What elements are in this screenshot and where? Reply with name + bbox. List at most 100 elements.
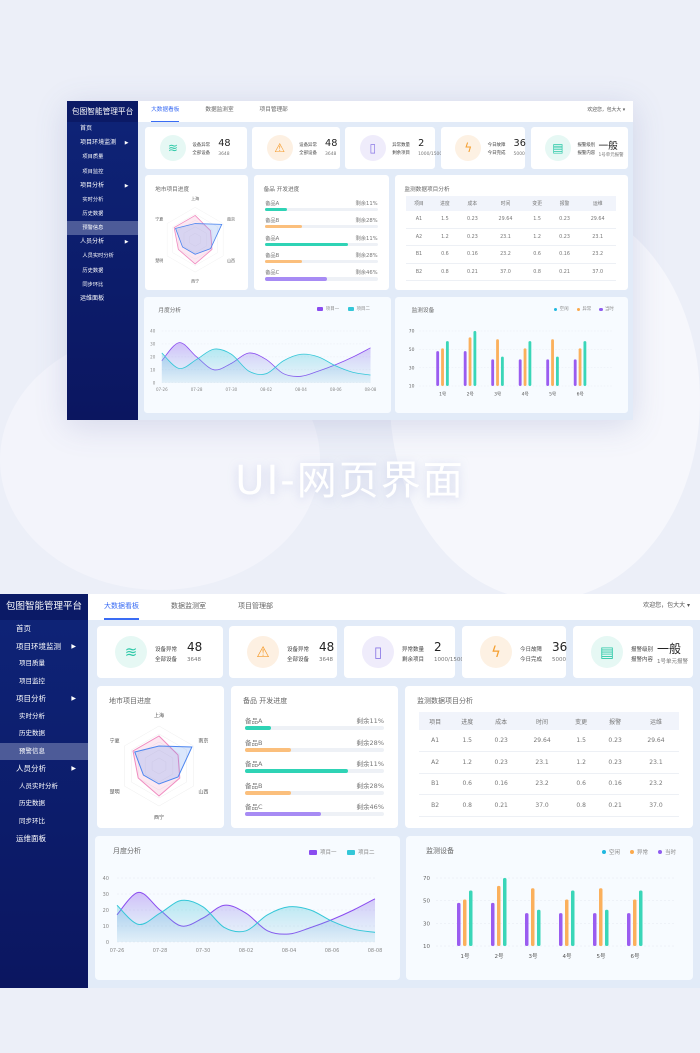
sidebar-item[interactable]: 历史数据 xyxy=(0,725,88,743)
table-cell: 0.6 xyxy=(565,773,598,795)
x-tick-label: 4号 xyxy=(563,953,572,960)
tab[interactable]: 项目管理部 xyxy=(238,594,273,620)
x-tick-label: 07-30 xyxy=(196,948,211,954)
sidebar-item[interactable]: 人员分析 ▶ xyxy=(67,235,138,249)
table-cell: 0.23 xyxy=(483,730,520,752)
sidebar-item-label: 项目质量 xyxy=(19,659,45,667)
bar xyxy=(496,338,500,386)
table-cell: A2 xyxy=(419,751,452,774)
sidebar-item[interactable]: 项目监控 xyxy=(67,165,138,179)
table-row: A2 1.2 0.23 23.1 1.2 0.23 23.1 xyxy=(405,228,617,247)
y-tick-label: 30 xyxy=(103,892,109,898)
table-cell: 23.2 xyxy=(486,245,525,264)
stat-label: 剩余项目 xyxy=(402,657,425,663)
area-chart: 0 10 20 30 40 07-26 07-28 07-30 08-02 08-04 08-06 0… xyxy=(103,876,383,954)
tab[interactable]: 大数据看板 xyxy=(151,101,180,123)
tab[interactable]: 数据监测室 xyxy=(205,101,233,122)
sidebar-item[interactable]: 项目分析 ▶ xyxy=(0,690,88,708)
sidebar-item[interactable]: 运维面板 xyxy=(0,830,88,848)
line-chart-panel: 月度分析 项目一 项目二 0 10 20 30 40 07-26 07-28 07-30 08-02 0… xyxy=(143,296,391,414)
radar-panel: 地市项目进度 上海 南京 山西 西宁 楚明 宁夏 xyxy=(97,686,224,828)
stat-label: 今日故障 xyxy=(520,647,543,653)
progress-track xyxy=(245,769,384,773)
tab[interactable]: 数据监测室 xyxy=(171,594,206,620)
stat-label: 报警级别 xyxy=(631,647,654,653)
sidebar-item[interactable]: 人员实时分析 xyxy=(0,778,88,796)
y-tick-label: 30 xyxy=(423,921,430,927)
sidebar-item[interactable]: 项目环境监测 ▶ xyxy=(67,136,138,150)
bar xyxy=(469,890,473,946)
x-tick-label: 6号 xyxy=(577,391,585,397)
layers-icon: ≋ xyxy=(115,636,147,668)
stat-subvalue: 5000 xyxy=(513,151,525,157)
stat-value: 48 xyxy=(325,138,338,150)
stat-card: ▯ 异常数量 剩余项目 2 1000/1500 xyxy=(344,626,464,678)
table-row: A2 1.2 0.23 23.1 1.2 0.23 23.1 xyxy=(419,751,679,774)
sidebar-item[interactable]: 运维面板 xyxy=(67,292,138,306)
sidebar-item[interactable]: 实时分析 xyxy=(0,708,88,726)
sidebar-item[interactable]: 项目分析 ▶ xyxy=(67,179,138,193)
bar-chart: 10 30 50 70 1号 2号 3号 4号 5号 6号 xyxy=(423,876,676,960)
stat-label: 设备异常 xyxy=(287,647,310,653)
bar xyxy=(583,340,587,386)
progress-fill xyxy=(245,726,272,730)
sidebar: 包图智能管理平台 首页 项目环境监测 ▶ 项目质量 项目监控 项目分析 ▶ 实时分析 历史数据 预警… xyxy=(0,594,88,988)
sidebar-item[interactable]: 预警信息 xyxy=(0,742,88,760)
progress-label: 备品C xyxy=(245,803,263,811)
progress-label: 备品A xyxy=(265,235,280,242)
stat-label: 报警级别 xyxy=(577,143,596,149)
sidebar-item-label: 预警信息 xyxy=(82,225,104,232)
sidebar-item-label: 人员实时分析 xyxy=(19,781,58,790)
sidebar-item-label: 历史数据 xyxy=(82,267,104,274)
sidebar-item[interactable]: 项目质量 xyxy=(67,150,138,164)
table-cell: 1.2 xyxy=(565,751,598,774)
stat-card: ▤ 报警级别 报警内容 一般 1号单元报警 xyxy=(573,626,693,678)
bar xyxy=(469,337,472,386)
sidebar-item[interactable]: 历史数据 xyxy=(0,795,88,813)
sidebar-item[interactable]: 项目监控 xyxy=(0,673,88,691)
sidebar-item[interactable]: 首页 xyxy=(0,620,88,638)
table-cell: 0.8 xyxy=(565,794,598,817)
data-table: 项目 进度 成本 时间 变更 报警 运维 A1 1.5 0.23 29.64 1.5 0.23 29.64… xyxy=(419,712,679,817)
stat-label: 全部设备 xyxy=(155,657,178,663)
sidebar-item[interactable]: 人员实时分析 xyxy=(67,249,138,263)
tab[interactable]: 大数据看板 xyxy=(104,594,139,620)
sidebar-item[interactable]: 预警信息 xyxy=(67,221,139,236)
table-cell: 0.21 xyxy=(597,794,633,817)
radar-axis-label: 山西 xyxy=(198,789,208,796)
stat-label: 报警内容 xyxy=(631,657,654,663)
sidebar-item[interactable]: 首页 xyxy=(67,122,138,136)
stat-subvalue: 1000/1500 xyxy=(434,657,464,663)
panel-title: 监测数据项目分析 xyxy=(404,186,450,193)
progress-track xyxy=(265,277,378,281)
y-tick-label: 10 xyxy=(103,924,109,930)
column-header: 进度 xyxy=(451,712,484,730)
sidebar-item[interactable]: 项目环境监测 ▶ xyxy=(0,638,88,656)
sidebar-item[interactable]: 项目质量 xyxy=(0,655,88,673)
radar-axis-label: 宁夏 xyxy=(156,216,164,222)
stat-card: ▯ 异常数量 剩余项目 2 1000/1500 xyxy=(345,126,442,169)
sidebar-item[interactable]: 同步环比 xyxy=(67,278,138,292)
y-tick-label: 50 xyxy=(423,899,430,905)
tab[interactable]: 项目管理部 xyxy=(260,101,288,122)
sidebar-item[interactable]: 历史数据 xyxy=(67,207,138,221)
sidebar-item[interactable]: 同步环比 xyxy=(0,813,88,831)
sidebar-item-label: 人员实时分析 xyxy=(82,253,114,260)
user-menu[interactable]: 欢迎您，包大大 ▾ xyxy=(587,101,625,120)
stat-label: 全部设备 xyxy=(192,151,211,157)
sidebar-item[interactable]: 历史数据 xyxy=(67,264,138,278)
progress-item: 备品C 剩余46% xyxy=(265,268,378,281)
table-cell: 37.0 xyxy=(486,263,525,282)
bar xyxy=(436,350,440,386)
column-header: 报警 xyxy=(597,712,633,730)
sidebar-item[interactable]: 实时分析 xyxy=(67,193,138,207)
table-cell: A1 xyxy=(419,730,452,752)
sidebar-item-label: 首页 xyxy=(79,125,93,133)
sidebar-item[interactable]: 人员分析 ▶ xyxy=(0,760,88,778)
caret-right-icon: ▶ xyxy=(71,765,76,772)
x-tick-label: 08-08 xyxy=(368,948,383,954)
user-menu[interactable]: 欢迎您，包大大 ▾ xyxy=(643,594,690,618)
x-tick-label: 08-02 xyxy=(260,387,272,392)
caret-right-icon: ▶ xyxy=(124,182,129,189)
table-row: B1 0.6 0.16 23.2 0.6 0.16 23.2 xyxy=(405,245,617,264)
